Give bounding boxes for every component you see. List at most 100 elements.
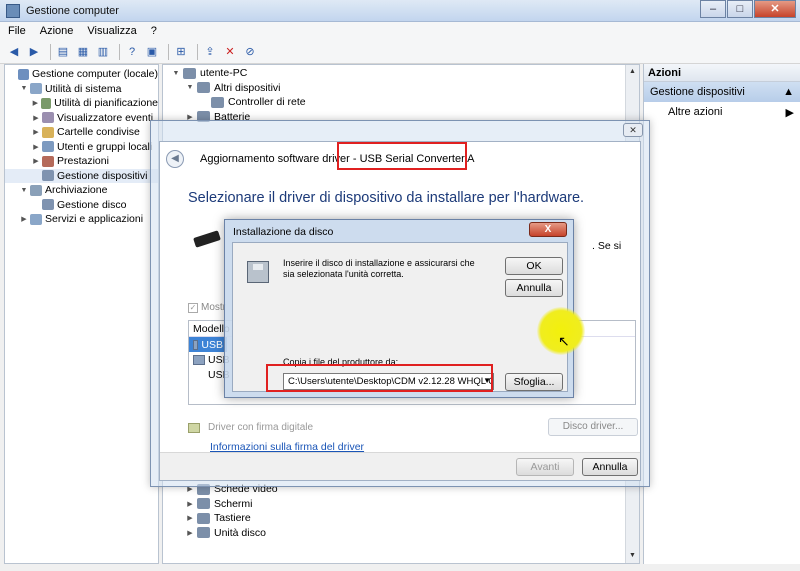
wizard-text-fragment: . Se si bbox=[592, 240, 622, 252]
expand-arrow-icon[interactable]: ▶ bbox=[31, 114, 41, 122]
collapse-arrow-icon[interactable]: ▼ bbox=[185, 84, 195, 91]
disk-dialog-close-button[interactable]: X bbox=[529, 222, 567, 237]
computer-management-window: Gestione computer – □ ✕ File Azione Visu… bbox=[0, 0, 800, 571]
collapse-arrow-icon[interactable]: ▼ bbox=[19, 85, 29, 92]
toolbar-separator bbox=[197, 43, 198, 60]
tree-item[interactable]: ▶ Cartelle condivise bbox=[5, 125, 158, 140]
expand-arrow-icon[interactable]: ▶ bbox=[31, 99, 40, 107]
tree-item-icon bbox=[42, 126, 54, 138]
toolbar-separator bbox=[50, 43, 51, 60]
tree-item[interactable]: ▶ Utilità di pianificazione bbox=[5, 96, 158, 111]
actions-pane: Azioni Gestione dispositivi ▲ Altre azio… bbox=[643, 64, 800, 564]
expand-arrow-icon[interactable]: ▶ bbox=[19, 215, 29, 223]
expand-arrow-icon[interactable]: ▶ bbox=[185, 514, 195, 522]
device-name-highlight bbox=[337, 142, 467, 170]
up-folder-icon[interactable]: ▤ bbox=[55, 44, 71, 60]
device-category-icon bbox=[197, 498, 210, 509]
menu-azione[interactable]: Azione bbox=[40, 25, 74, 37]
tree-item-icon bbox=[42, 199, 54, 211]
tree-item-label: Visualizzatore eventi bbox=[57, 111, 154, 124]
tree-item-icon bbox=[30, 213, 42, 225]
disk-dialog-message: Inserire il disco di installazione e ass… bbox=[283, 258, 475, 279]
device-icon bbox=[193, 339, 199, 350]
help-icon[interactable]: ? bbox=[124, 44, 140, 60]
wizard-footer: Avanti Annulla bbox=[160, 452, 640, 480]
minimize-button[interactable]: – bbox=[700, 0, 726, 18]
expand-arrow-icon[interactable]: ▶ bbox=[31, 143, 41, 151]
export-list-icon[interactable]: ▥ bbox=[95, 44, 111, 60]
maximize-button[interactable]: □ bbox=[727, 0, 753, 18]
expand-arrow-icon[interactable]: ▶ bbox=[31, 157, 41, 165]
uninstall-icon[interactable]: ✕ bbox=[222, 44, 238, 60]
device-tree-item[interactable]: Controller di rete bbox=[199, 96, 306, 108]
mouse-cursor-icon: ↖ bbox=[558, 333, 570, 349]
disable-device-icon[interactable]: ⊘ bbox=[242, 44, 258, 60]
disk-cancel-button[interactable]: Annulla bbox=[505, 279, 563, 297]
window-title: Gestione computer bbox=[26, 4, 119, 17]
list-item[interactable]: USB bbox=[189, 337, 227, 352]
back-icon[interactable]: ◀ bbox=[6, 44, 22, 60]
ok-button[interactable]: OK bbox=[505, 257, 563, 275]
tree-item[interactable]: ▼ Archiviazione bbox=[5, 183, 158, 198]
tree-item-icon bbox=[40, 97, 52, 109]
device-tree-item[interactable]: ▶ Tastiere bbox=[185, 512, 250, 524]
device-tree-item[interactable]: ▼ utente-PC bbox=[171, 67, 248, 79]
signed-driver-text: Driver con firma digitale bbox=[208, 422, 314, 433]
tree-item-icon bbox=[30, 83, 42, 95]
menu-file[interactable]: File bbox=[8, 25, 26, 37]
next-button[interactable]: Avanti bbox=[516, 458, 574, 476]
tree-item[interactable]: ▶ Utenti e gruppi locali bbox=[5, 140, 158, 155]
device-tree-label: Controller di rete bbox=[228, 96, 306, 108]
device-tree-item[interactable]: ▶ Unità disco bbox=[185, 527, 266, 539]
tree-item[interactable]: Gestione disco bbox=[5, 198, 158, 213]
close-button[interactable]: ✕ bbox=[754, 0, 796, 18]
tree-item-icon bbox=[42, 112, 54, 124]
expand-arrow-icon[interactable]: ▶ bbox=[185, 529, 195, 537]
expand-arrow-icon[interactable]: ▶ bbox=[185, 500, 195, 508]
menu-visualizza[interactable]: Visualizza bbox=[87, 25, 136, 37]
show-compatible-checkbox[interactable]: ✓ Mostr bbox=[188, 302, 226, 313]
tree-item[interactable]: Gestione computer (locale) bbox=[5, 67, 158, 82]
show-hide-tree-icon[interactable]: ▦ bbox=[75, 44, 91, 60]
actions-selected-group[interactable]: Gestione dispositivi ▲ bbox=[644, 82, 800, 102]
show-compatible-label: Mostr bbox=[201, 302, 226, 313]
title-bar: Gestione computer – □ ✕ bbox=[0, 0, 800, 22]
actions-header: Azioni bbox=[644, 64, 800, 82]
collapse-arrow-icon[interactable]: ▼ bbox=[19, 187, 29, 194]
tree-item[interactable]: Gestione dispositivi bbox=[5, 168, 158, 183]
scroll-up-icon[interactable]: ▲ bbox=[626, 65, 639, 79]
tree-item[interactable]: ▶ Prestazioni bbox=[5, 154, 158, 169]
device-category-icon bbox=[183, 67, 196, 79]
have-disk-button[interactable]: Disco driver... bbox=[548, 418, 638, 436]
tree-item[interactable]: ▶ Servizi e applicazioni bbox=[5, 212, 158, 227]
tree-item-label: Servizi e applicazioni bbox=[45, 213, 144, 226]
computer-management-icon bbox=[6, 3, 20, 18]
collapse-arrow-icon[interactable]: ▼ bbox=[171, 70, 181, 77]
update-driver-icon[interactable]: ⇪ bbox=[202, 44, 218, 60]
tree-item-label: Gestione computer (locale) bbox=[31, 68, 158, 81]
menu-help[interactable]: ? bbox=[151, 25, 157, 37]
tree-item[interactable]: ▶ Visualizzatore eventi bbox=[5, 111, 158, 126]
device-tree-label: utente-PC bbox=[200, 67, 248, 79]
model-name: USB bbox=[201, 338, 223, 351]
device-category-icon bbox=[197, 82, 210, 93]
tree-item-label: Gestione disco bbox=[57, 198, 127, 211]
toolbar: ◀ ▶ ▤ ▦ ▥ ? ▣ ⊞ ⇪ ✕ ⊘ bbox=[0, 40, 800, 64]
scroll-down-icon[interactable]: ▼ bbox=[626, 549, 639, 563]
device-tree-item[interactable]: ▼ Altri dispositivi bbox=[185, 82, 281, 94]
properties-icon[interactable]: ▣ bbox=[144, 44, 160, 60]
tree-item-icon bbox=[42, 170, 54, 182]
browse-button[interactable]: Sfoglia... bbox=[505, 373, 563, 391]
forward-icon[interactable]: ▶ bbox=[26, 44, 42, 60]
cancel-button[interactable]: Annulla bbox=[582, 458, 638, 476]
device-tree-item[interactable]: ▶ Schermi bbox=[185, 498, 252, 510]
back-arrow-icon[interactable]: ◀ bbox=[166, 150, 184, 168]
tree-item[interactable]: ▼ Utilità di sistema bbox=[5, 82, 158, 97]
scan-hardware-icon[interactable]: ⊞ bbox=[173, 44, 189, 60]
device-category-icon bbox=[197, 527, 210, 538]
more-actions-item[interactable]: Altre azioni ▶ bbox=[644, 102, 800, 122]
wizard-close-button[interactable]: ✕ bbox=[623, 123, 643, 137]
tree-item-icon bbox=[30, 184, 42, 196]
menu-bar: File Azione Visualizza ? bbox=[0, 22, 800, 40]
expand-arrow-icon[interactable]: ▶ bbox=[31, 128, 41, 136]
